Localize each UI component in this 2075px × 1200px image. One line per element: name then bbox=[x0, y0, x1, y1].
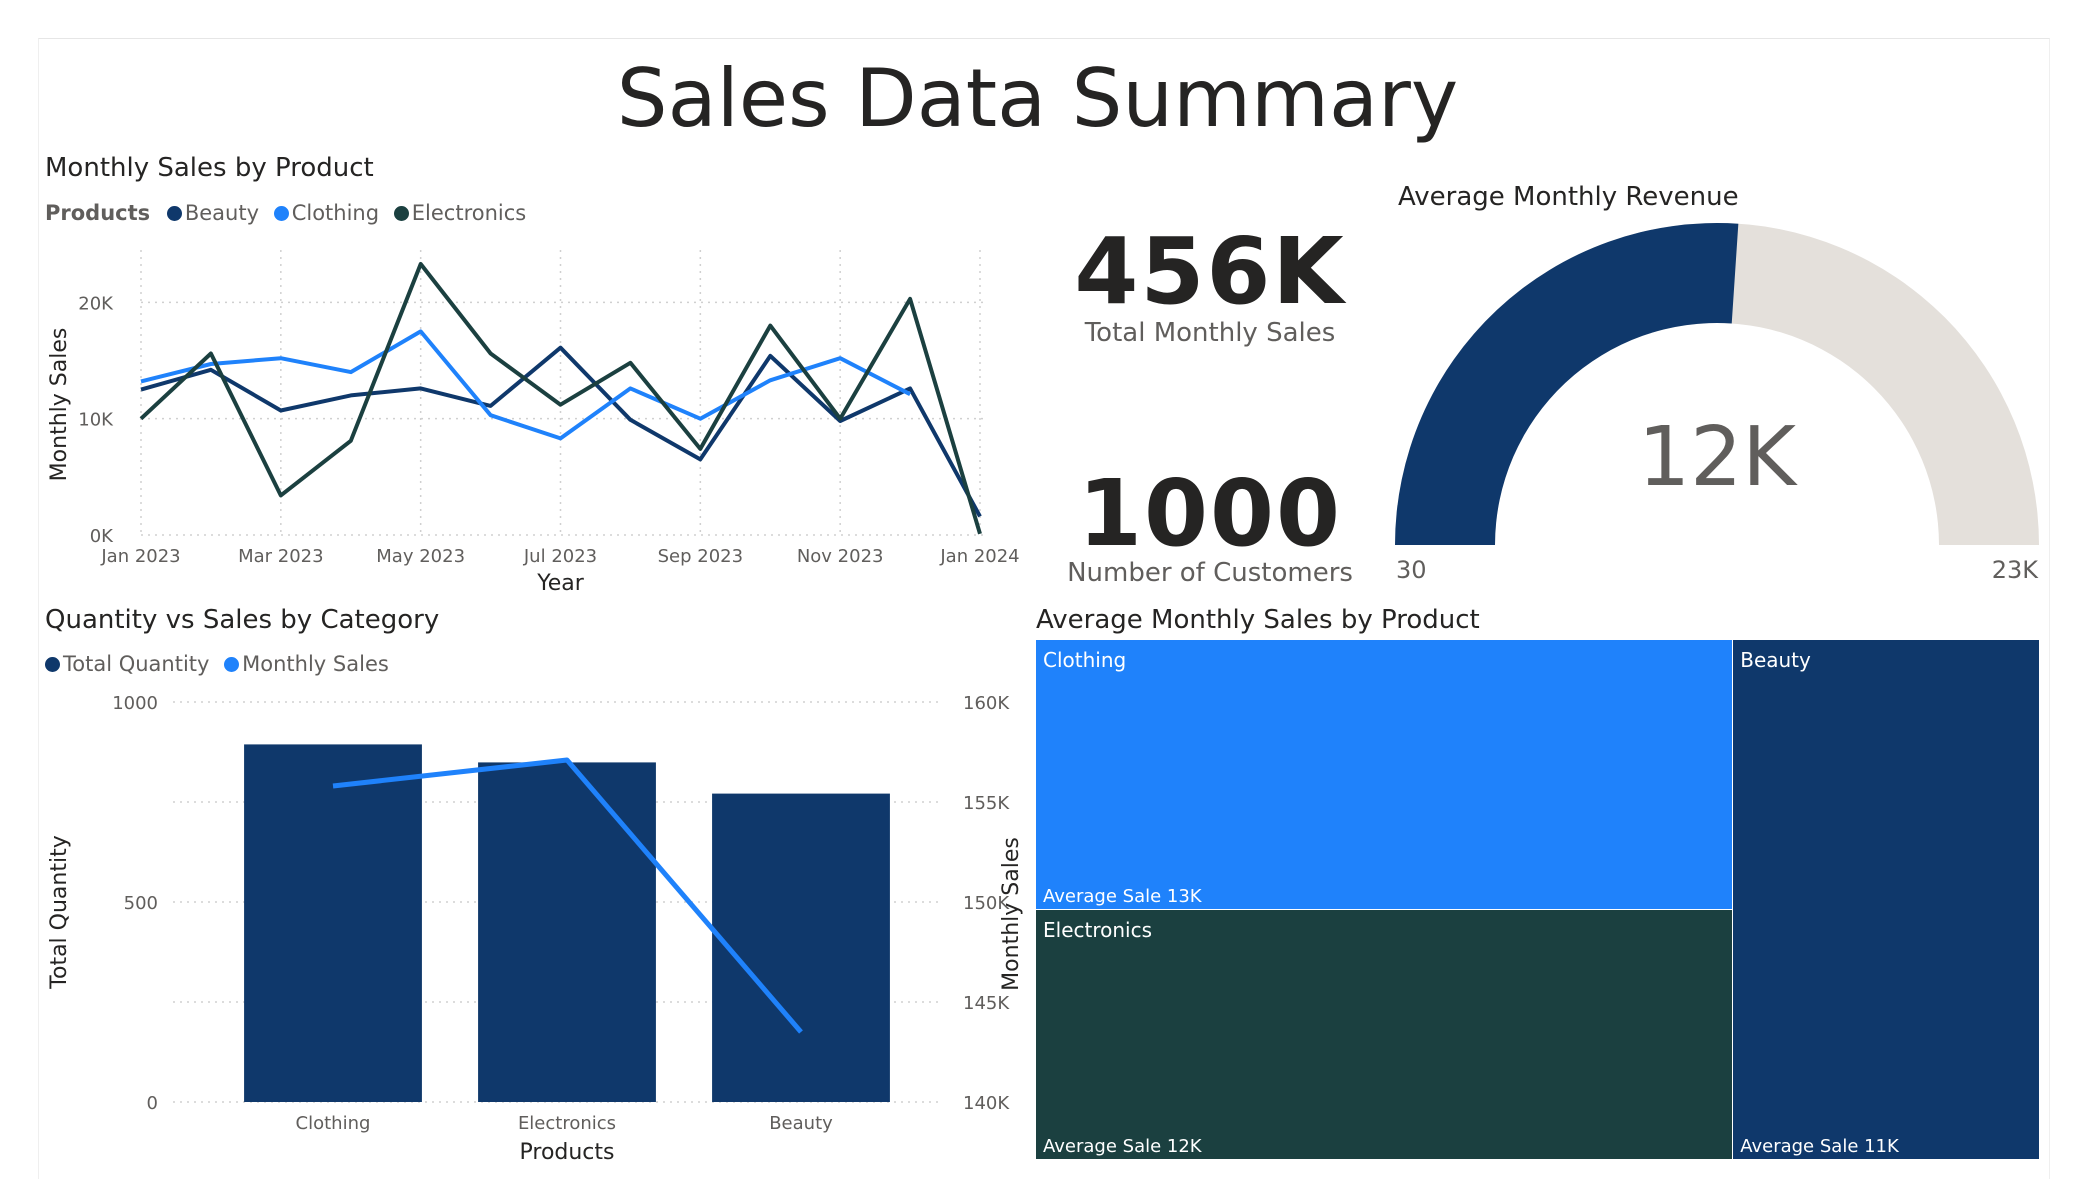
y-tick-label: 500 bbox=[124, 893, 158, 914]
x-tick-label: Sep 2023 bbox=[658, 546, 743, 567]
kpi-customers-value: 1000 bbox=[1077, 460, 1343, 567]
treemap-label-beauty: Beauty bbox=[1740, 648, 1811, 672]
legend-label-beauty: Beauty bbox=[184, 201, 260, 225]
bar-beauty bbox=[712, 793, 890, 1102]
y2-tick-label: 145K bbox=[963, 993, 1010, 1014]
kpi-customers-label: Number of Customers bbox=[1067, 558, 1353, 588]
treemap-tile-beauty[interactable]: Beauty Average Sale 11K bbox=[1733, 640, 2040, 1160]
legend-item-monthly-sales[interactable]: Monthly Sales bbox=[224, 652, 389, 676]
x-axis-title: Year bbox=[536, 571, 585, 596]
clothing-legend-marker bbox=[273, 206, 289, 221]
y-tick-label: 0K bbox=[90, 526, 114, 547]
legend-label-monthly-sales: Monthly Sales bbox=[242, 652, 389, 676]
beauty-legend-marker bbox=[166, 206, 182, 221]
line-chart-legend: Products Beauty Clothing Electronics bbox=[45, 201, 534, 225]
y2-axis-title: Monthly Sales bbox=[999, 837, 1024, 991]
legend-label-total-quantity: Total Quantity bbox=[63, 652, 210, 676]
y2-tick-label: 155K bbox=[963, 793, 1010, 814]
treemap-value-electronics: Average Sale 12K bbox=[1043, 1135, 1202, 1157]
gauge-chart[interactable]: 12K 30 23K bbox=[1380, 210, 2060, 590]
x-axis-title: Products bbox=[520, 1140, 615, 1160]
line-chart[interactable]: 0K 10K 20K Jan 2023 Mar 2023 May 2023 Jul 2023… bbox=[38, 240, 1038, 605]
combo-chart[interactable]: 140K145K150K155K160K05001000Clothing Elec… bbox=[38, 680, 1038, 1160]
treemap-value-clothing: Average Sale 13K bbox=[1043, 886, 1202, 908]
y2-tick-label: 160K bbox=[963, 693, 1010, 714]
y2-tick-label: 140K bbox=[963, 1093, 1010, 1114]
x-tick-label: May 2023 bbox=[376, 546, 465, 567]
treemap[interactable]: Clothing Average Sale 13K Electronics Avera… bbox=[1036, 640, 2040, 1160]
x-tick-label: Jul 2023 bbox=[523, 546, 597, 567]
monthly-sales-legend-marker bbox=[224, 657, 240, 672]
electronics-legend-marker bbox=[393, 206, 409, 221]
page-title: Sales Data Summary bbox=[616, 52, 1459, 145]
gauge-max-label: 23K bbox=[1992, 556, 2040, 584]
y-tick-label: 1000 bbox=[112, 693, 158, 714]
kpi-total-sales-value: 456K bbox=[1074, 218, 1346, 325]
treemap-title: Average Monthly Sales by Product bbox=[1036, 605, 1480, 635]
y-tick-label: 10K bbox=[78, 410, 114, 431]
legend-label-clothing: Clothing bbox=[291, 201, 380, 225]
gauge-title: Average Monthly Revenue bbox=[1398, 182, 1739, 212]
combo-chart-title: Quantity vs Sales by Category bbox=[45, 605, 440, 635]
legend-item-total-quantity[interactable]: Total Quantity bbox=[45, 652, 209, 676]
x-tick-label: Nov 2023 bbox=[797, 546, 884, 567]
gauge-min-label: 30 bbox=[1396, 556, 1427, 584]
legend-item-electronics[interactable]: Electronics bbox=[393, 201, 527, 225]
x-tick-label: Jan 2023 bbox=[100, 546, 180, 567]
x-tick-label: Electronics bbox=[518, 1113, 616, 1134]
legend-item-clothing[interactable]: Clothing bbox=[273, 201, 380, 225]
bar-electronics bbox=[478, 762, 656, 1102]
y-tick-label: 20K bbox=[78, 293, 114, 314]
legend-title: Products bbox=[45, 201, 151, 225]
y-tick-label: 0 bbox=[147, 1093, 158, 1114]
treemap-value-beauty: Average Sale 11K bbox=[1740, 1136, 1899, 1157]
x-tick-label: Beauty bbox=[769, 1113, 833, 1134]
x-tick-label: Clothing bbox=[296, 1113, 371, 1134]
series-line-clothing bbox=[140, 329, 912, 441]
y-axis-title: Total Quantity bbox=[47, 835, 72, 989]
gauge-value-label: 12K bbox=[1638, 410, 1798, 505]
legend-item-beauty[interactable]: Beauty bbox=[166, 201, 260, 225]
legend-label-electronics: Electronics bbox=[411, 201, 527, 225]
bar-clothing bbox=[244, 744, 422, 1102]
treemap-tile-electronics[interactable]: Electronics Average Sale 12K bbox=[1036, 910, 1734, 1160]
combo-chart-legend: Total Quantity Monthly Sales bbox=[45, 652, 397, 676]
line-chart-title: Monthly Sales by Product bbox=[45, 153, 374, 183]
total-quantity-legend-marker bbox=[45, 657, 60, 672]
treemap-tile-clothing[interactable]: Clothing Average Sale 13K bbox=[1036, 640, 1734, 911]
x-tick-label: Mar 2023 bbox=[238, 546, 324, 567]
treemap-label-electronics: Electronics bbox=[1043, 918, 1153, 943]
treemap-label-clothing: Clothing bbox=[1043, 648, 1127, 672]
y-axis-title: Monthly Sales bbox=[47, 328, 72, 482]
kpi-total-sales-label: Total Monthly Sales bbox=[1084, 318, 1336, 348]
